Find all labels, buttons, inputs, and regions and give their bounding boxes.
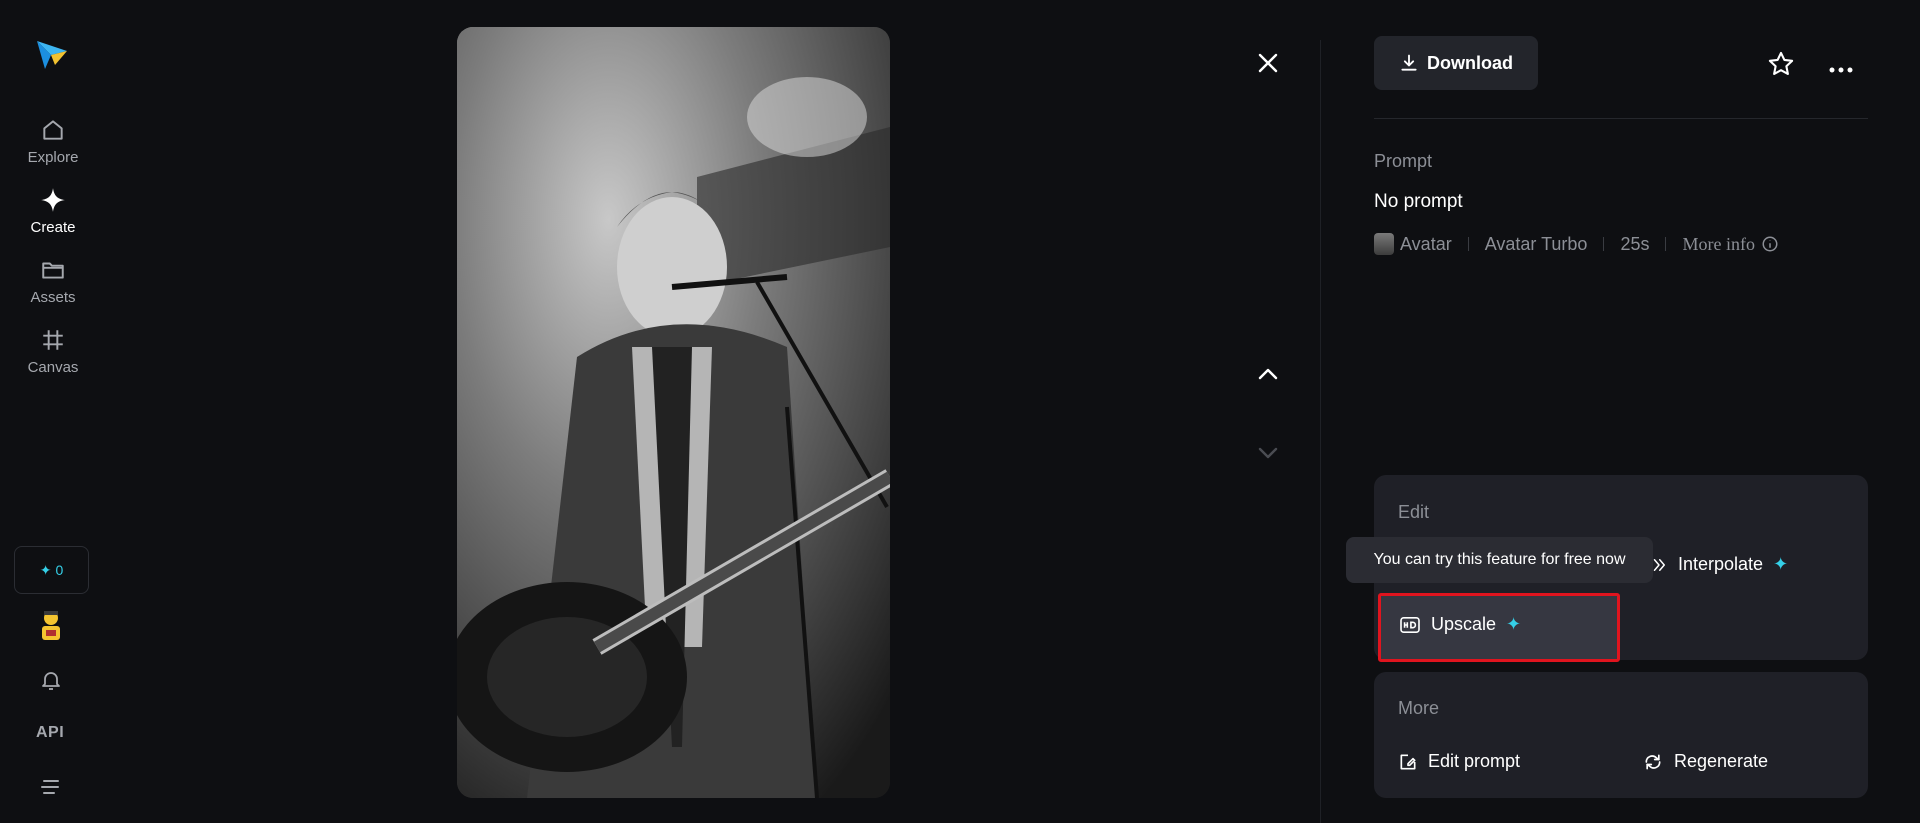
- sidebar-item-label: Assets: [30, 289, 76, 306]
- edit-icon: [1400, 754, 1416, 769]
- interpolate-button[interactable]: Interpolate ✦: [1650, 554, 1788, 575]
- refresh-icon: [1645, 754, 1661, 769]
- upscale-label: Upscale: [1431, 614, 1497, 634]
- credits-badge[interactable]: ✦ 0: [14, 546, 89, 594]
- edit-prompt-label: Edit prompt: [1428, 751, 1521, 771]
- api-link[interactable]: API: [36, 724, 64, 742]
- more-panel-title: More: [1398, 698, 1440, 718]
- more-icon: [1829, 67, 1853, 73]
- prompt-value: No prompt: [1374, 191, 1463, 212]
- prompt-label: Prompt: [1374, 151, 1433, 171]
- avatar[interactable]: [36, 608, 66, 642]
- sidebar: Explore Create Assets Canvas ✦ 0 API: [0, 0, 106, 823]
- hd-icon: [1400, 616, 1420, 633]
- edit-panel-title: Edit: [1398, 502, 1430, 522]
- crop-icon: [43, 330, 63, 350]
- free-feature-tooltip: You can try this feature for free now: [1346, 537, 1653, 583]
- sparkle-icon: ✦: [39, 561, 52, 578]
- chevron-down-icon: [1258, 447, 1278, 459]
- info-icon: [1762, 236, 1778, 252]
- home-icon: [43, 120, 63, 140]
- sidebar-item-label: Create: [30, 219, 76, 236]
- close-button[interactable]: [1256, 51, 1280, 80]
- duration: 25s: [1620, 233, 1650, 254]
- header-divider: [1374, 118, 1868, 119]
- close-icon: [1258, 53, 1278, 73]
- meta-separator: [1467, 237, 1469, 251]
- sidebar-item-create[interactable]: Create: [13, 187, 93, 247]
- regenerate-label: Regenerate: [1674, 751, 1769, 771]
- sidebar-item-canvas[interactable]: Canvas: [13, 327, 93, 387]
- more-options-button[interactable]: [1829, 60, 1853, 78]
- more-info-label: More info: [1682, 233, 1755, 254]
- panel-divider: [1320, 40, 1321, 823]
- sidebar-item-explore[interactable]: Explore: [13, 117, 93, 177]
- meta-separator: [1603, 237, 1605, 251]
- sparkle-icon: [41, 188, 65, 212]
- generation-meta: Avatar Avatar Turbo 25s More info: [1374, 233, 1779, 255]
- sidebar-item-assets[interactable]: Assets: [13, 257, 93, 317]
- download-label: Download: [1427, 52, 1513, 73]
- sparkle-icon: ✦: [1773, 554, 1789, 574]
- upscale-button[interactable]: Upscale ✦: [1378, 593, 1620, 662]
- favorite-button[interactable]: [1767, 50, 1795, 83]
- download-button[interactable]: Download: [1374, 36, 1538, 90]
- sidebar-item-label: Canvas: [27, 359, 79, 376]
- model-family: Avatar: [1400, 233, 1452, 254]
- more-info-link[interactable]: More info: [1682, 234, 1778, 255]
- folder-icon: [42, 262, 64, 279]
- model-name: Avatar Turbo: [1484, 233, 1588, 254]
- model-thumbnail: [1374, 233, 1394, 255]
- credits-count: 0: [55, 562, 64, 578]
- more-panel: More Edit prompt Regenerate: [1374, 672, 1868, 798]
- star-icon: [1768, 51, 1794, 75]
- previous-button[interactable]: [1256, 362, 1280, 391]
- regenerate-button[interactable]: Regenerate: [1642, 751, 1768, 772]
- interpolate-label: Interpolate: [1678, 554, 1764, 574]
- next-button[interactable]: [1256, 441, 1280, 470]
- upscale-content: Upscale ✦: [1399, 614, 1521, 635]
- generated-image: [457, 27, 890, 798]
- download-icon: [1401, 54, 1417, 71]
- edit-prompt-button[interactable]: Edit prompt: [1398, 751, 1520, 772]
- bell-icon[interactable]: [39, 668, 63, 697]
- meta-separator: [1665, 237, 1667, 251]
- app-logo[interactable]: [33, 35, 69, 71]
- sidebar-item-label: Explore: [27, 149, 79, 166]
- chevron-up-icon: [1258, 368, 1278, 380]
- menu-icon[interactable]: [40, 778, 62, 801]
- sparkle-icon: ✦: [1506, 614, 1522, 634]
